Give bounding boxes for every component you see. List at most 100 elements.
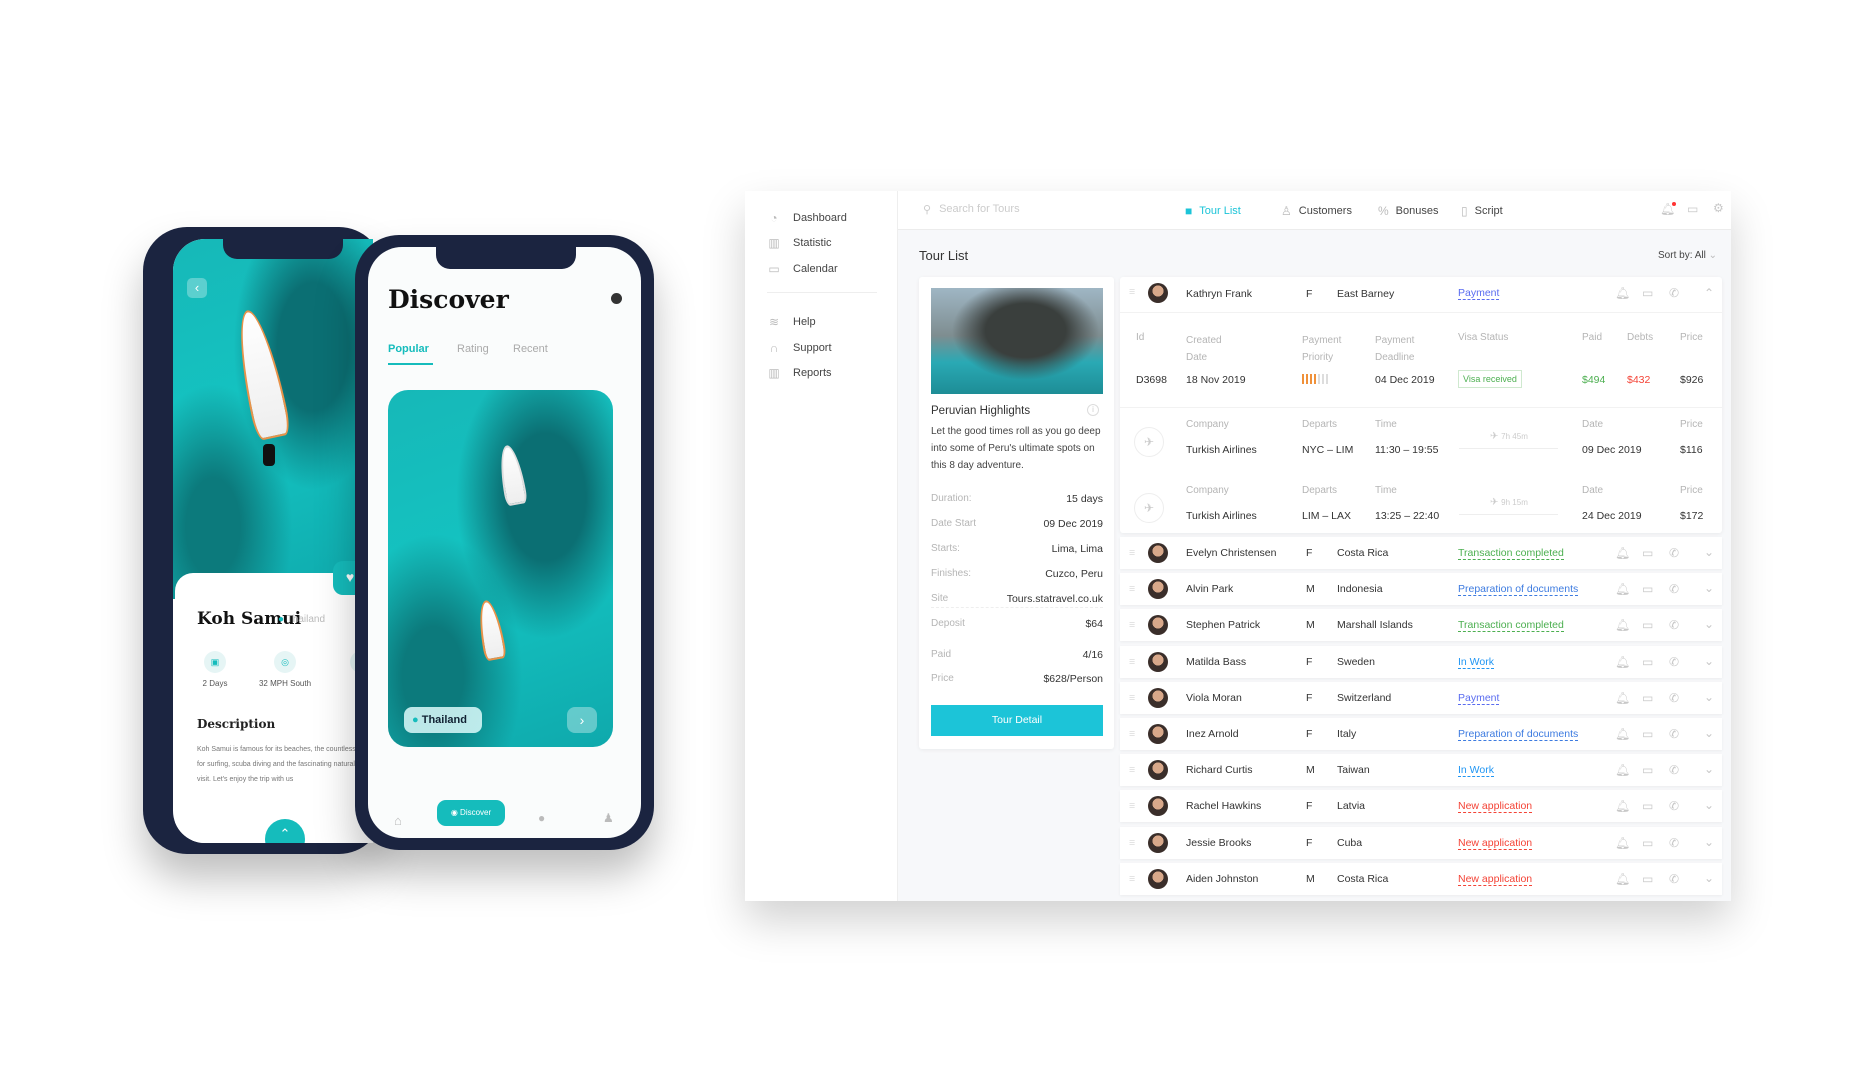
info-icon[interactable]: i [1087, 404, 1099, 416]
chat-icon[interactable]: ▭ [1642, 546, 1653, 560]
chevron-down-icon[interactable]: ⌄ [1704, 690, 1714, 704]
tour-detail-button[interactable]: Tour Detail [931, 705, 1103, 736]
bell-icon[interactable]: 🔔︎ [1615, 763, 1630, 777]
phone-icon[interactable]: ✆ [1669, 618, 1679, 632]
chat-icon[interactable]: ▭ [1642, 763, 1653, 777]
tab-script[interactable]: ▯ Script [1461, 204, 1503, 218]
settings-icon[interactable]: ⚙ [1713, 201, 1724, 215]
customer-row[interactable]: ≡ Inez Arnold F Italy Preparation of doc… [1120, 718, 1722, 750]
customer-row[interactable]: ≡ Matilda Bass F Sweden In Work 🔔︎ ▭ ✆ ⌄ [1120, 645, 1722, 678]
pin-nav-icon[interactable]: ● [538, 811, 545, 825]
chevron-down-icon[interactable]: ⌄ [1704, 871, 1714, 885]
chat-icon[interactable]: ▭ [1642, 286, 1653, 300]
tab-popular[interactable]: Popular [388, 343, 429, 355]
chevron-down-icon[interactable]: ⌄ [1704, 654, 1714, 668]
customer-status[interactable]: Preparation of documents [1458, 728, 1579, 741]
customer-row[interactable]: ≡ Aiden Johnston M Costa Rica New applic… [1120, 862, 1722, 895]
phone-icon[interactable]: ✆ [1669, 727, 1679, 741]
customer-status[interactable]: In Work [1458, 764, 1494, 778]
bell-icon[interactable]: 🔔︎ [1615, 727, 1630, 741]
customer-row[interactable]: ≡ Richard Curtis M Taiwan In Work 🔔︎ ▭ ✆… [1120, 754, 1722, 787]
messages-icon[interactable]: ▭ [1687, 202, 1698, 216]
customer-status[interactable]: Transaction completed [1458, 547, 1564, 560]
tab-customers[interactable]: ♙ Customers [1281, 204, 1352, 218]
customer-status[interactable]: New application [1458, 837, 1533, 850]
phone-icon[interactable]: ✆ [1669, 872, 1679, 886]
phone-icon[interactable]: ✆ [1669, 582, 1679, 596]
customer-status[interactable]: New application [1458, 873, 1533, 886]
drag-handle-icon[interactable]: ≡ [1129, 692, 1135, 704]
chevron-down-icon[interactable]: ⌄ [1704, 726, 1714, 740]
profile-nav-icon[interactable]: ♟ [603, 811, 614, 825]
phone-icon[interactable]: ✆ [1669, 286, 1679, 300]
chevron-down-icon[interactable]: ⌄ [1704, 581, 1714, 595]
chat-icon[interactable]: ▭ [1642, 691, 1653, 705]
bell-icon[interactable]: 🔔︎ [1615, 618, 1630, 632]
customer-row[interactable]: ≡ Jessie Brooks F Cuba New application 🔔… [1120, 826, 1722, 859]
sidebar-item-support[interactable]: ∩ Support [767, 341, 832, 355]
customer-row[interactable]: ≡ Evelyn Christensen F Costa Rica Transa… [1120, 537, 1722, 569]
bell-icon[interactable]: 🔔︎ [1615, 691, 1630, 705]
location-chip[interactable]: ● Thailand [404, 707, 482, 733]
chat-icon[interactable]: ▭ [1642, 655, 1653, 669]
phone-icon[interactable]: ✆ [1669, 691, 1679, 705]
bell-icon[interactable]: 🔔︎ [1615, 799, 1630, 813]
bell-icon[interactable]: 🔔︎ [1615, 286, 1630, 300]
tab-bonuses[interactable]: % Bonuses [1378, 204, 1438, 218]
sidebar-item-calendar[interactable]: ▭ Calendar [767, 262, 837, 276]
customer-status[interactable]: In Work [1458, 656, 1494, 669]
bell-icon[interactable]: 🔔︎ [1615, 655, 1630, 669]
sidebar-item-statistic[interactable]: ▥ Statistic [767, 236, 831, 250]
customer-row[interactable]: ≡ Alvin Park M Indonesia Preparation of … [1120, 573, 1722, 606]
drag-handle-icon[interactable]: ≡ [1129, 619, 1135, 631]
expanded-customer-row[interactable]: ≡ Kathryn Frank F East Barney Payment 🔔︎… [1120, 277, 1722, 533]
chevron-up-icon[interactable]: ⌃ [1704, 286, 1714, 300]
chat-icon[interactable]: ▭ [1642, 872, 1653, 886]
customer-row[interactable]: ≡ Viola Moran F Switzerland Payment 🔔︎ ▭… [1120, 681, 1722, 714]
sidebar-item-dashboard[interactable]: ◔ Dashboard [767, 211, 846, 225]
drag-handle-icon[interactable]: ≡ [1129, 764, 1135, 776]
chevron-down-icon[interactable]: ⌄ [1704, 835, 1714, 849]
customer-row[interactable]: ≡ Rachel Hawkins F Latvia New applicatio… [1120, 790, 1722, 823]
customer-status[interactable]: Payment [1458, 692, 1500, 705]
customer-row[interactable]: ≡ Stephen Patrick M Marshall Islands Tra… [1120, 609, 1722, 642]
phone-icon[interactable]: ✆ [1669, 655, 1679, 669]
tab-rating[interactable]: Rating [457, 343, 489, 355]
drag-handle-icon[interactable]: ≡ [1129, 728, 1135, 740]
phone-icon[interactable]: ✆ [1669, 799, 1679, 813]
sidebar-item-help[interactable]: ≋ Help [767, 315, 816, 329]
chevron-down-icon[interactable]: ⌄ [1704, 762, 1714, 776]
chevron-down-icon[interactable]: ⌄ [1704, 798, 1714, 812]
notifications-icon[interactable]: 🔔︎ [1660, 202, 1677, 216]
chat-icon[interactable]: ▭ [1642, 727, 1653, 741]
chat-icon[interactable]: ▭ [1642, 836, 1653, 850]
drag-handle-icon[interactable]: ≡ [1129, 583, 1135, 595]
tab-tour-list[interactable]: ■ Tour List [1185, 204, 1241, 218]
drag-handle-icon[interactable]: ≡ [1129, 873, 1135, 885]
phone-icon[interactable]: ✆ [1669, 836, 1679, 850]
drag-handle-icon[interactable]: ≡ [1129, 800, 1135, 812]
chat-icon[interactable]: ▭ [1642, 618, 1653, 632]
home-nav-icon[interactable]: ⌂ [394, 813, 402, 828]
sidebar-item-reports[interactable]: ▥ Reports [767, 366, 831, 380]
tab-recent[interactable]: Recent [513, 343, 548, 355]
back-button[interactable]: ‹ [187, 278, 207, 298]
customer-status[interactable]: Preparation of documents [1458, 583, 1579, 597]
chevron-down-icon[interactable]: ⌄ [1704, 545, 1714, 559]
destination-card[interactable]: ● Thailand › [388, 390, 613, 747]
search-icon[interactable] [611, 293, 622, 304]
drag-handle-icon[interactable]: ≡ [1129, 547, 1135, 559]
next-button[interactable]: › [567, 707, 597, 733]
drag-handle-icon[interactable]: ≡ [1129, 656, 1135, 668]
sort-dropdown[interactable]: Sort by: All ⌄ [1658, 250, 1717, 261]
search-field[interactable]: ⚲ Search for Tours [923, 203, 1020, 216]
drag-handle-icon[interactable]: ≡ [1129, 286, 1135, 298]
bell-icon[interactable]: 🔔︎ [1615, 582, 1630, 596]
customer-status[interactable]: New application [1458, 800, 1533, 814]
discover-nav-button[interactable]: ◉ Discover [437, 800, 505, 826]
bell-icon[interactable]: 🔔︎ [1615, 546, 1630, 560]
customer-status[interactable]: Transaction completed [1458, 619, 1564, 633]
bell-icon[interactable]: 🔔︎ [1615, 836, 1630, 850]
drag-handle-icon[interactable]: ≡ [1129, 837, 1135, 849]
phone-icon[interactable]: ✆ [1669, 763, 1679, 777]
